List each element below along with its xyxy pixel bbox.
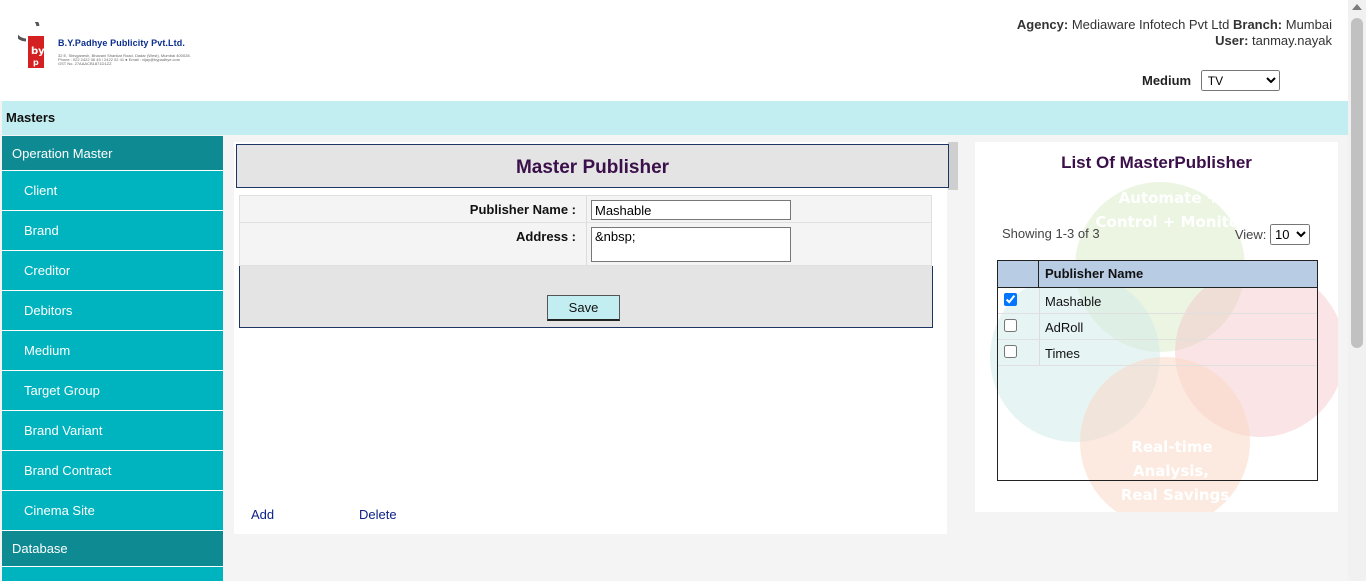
row-checkbox[interactable] bbox=[1004, 293, 1017, 306]
page-scrollbar[interactable] bbox=[1348, 0, 1366, 581]
branch-value: Mumbai bbox=[1285, 17, 1332, 32]
column-header-publisher-name[interactable]: Publisher Name bbox=[1045, 266, 1143, 281]
svg-text:p: p bbox=[33, 58, 39, 67]
medium-selector: Medium TV bbox=[1142, 70, 1280, 91]
company-name: B.Y.Padhye Publicity Pvt.Ltd. bbox=[58, 38, 185, 48]
sidebar-item-client[interactable]: Client bbox=[2, 171, 223, 211]
watermark-text-5: Real Savings bbox=[1121, 486, 1229, 504]
view-label: View: bbox=[1234, 227, 1267, 242]
row-checkbox[interactable] bbox=[1004, 345, 1017, 358]
sidebar-item-debitors[interactable]: Debitors bbox=[2, 291, 223, 331]
form-title: Master Publisher bbox=[515, 157, 670, 178]
table-row[interactable]: AdRoll bbox=[998, 314, 1317, 340]
sidebar-item-brand[interactable]: Brand bbox=[2, 211, 223, 251]
sidebar-section-operation-master[interactable]: Operation Master bbox=[2, 136, 223, 171]
sidebar-item-target-group[interactable]: Target Group bbox=[2, 371, 223, 411]
medium-label: Medium bbox=[1142, 73, 1192, 88]
address-label: Address : bbox=[516, 229, 576, 244]
view-select[interactable]: 10 bbox=[1270, 224, 1310, 245]
row-checkbox[interactable] bbox=[1004, 319, 1017, 332]
header-select-cell bbox=[998, 261, 1039, 287]
row-divider bbox=[1039, 288, 1040, 313]
agency-label: Agency: bbox=[1016, 17, 1069, 32]
scrollbar-thumb[interactable] bbox=[1351, 18, 1363, 348]
agency-value: Mediaware Infotech Pvt Ltd bbox=[1071, 17, 1230, 32]
row-divider bbox=[1039, 314, 1040, 339]
address-textarea[interactable]: &nbsp; bbox=[591, 227, 791, 262]
table-header: Publisher Name bbox=[998, 261, 1317, 288]
medium-select[interactable]: TV bbox=[1200, 70, 1280, 91]
list-title: List Of MasterPublisher bbox=[1061, 153, 1252, 172]
address-row: Address : &nbsp; bbox=[239, 222, 932, 266]
page-size-selector: View: 10 bbox=[1235, 224, 1310, 245]
master-publisher-form: Master Publisher Publisher Name : Addres… bbox=[234, 142, 949, 534]
row-divider bbox=[586, 223, 587, 265]
row-divider bbox=[1039, 340, 1040, 365]
agency-info: Agency: Mediaware Infotech Pvt Ltd Branc… bbox=[1017, 17, 1332, 32]
pagination-status: Showing 1-3 of 3 bbox=[1002, 226, 1100, 241]
publisher-table: Publisher Name Mashable AdRoll Times bbox=[997, 260, 1318, 481]
row-divider bbox=[586, 196, 587, 222]
row-publisher-name: Mashable bbox=[1045, 294, 1102, 309]
sidebar-section-database[interactable]: Database bbox=[2, 531, 223, 567]
company-gst: GST No. 27AAACB1871D1ZZ bbox=[58, 61, 112, 66]
sidebar-item-cinema-site[interactable]: Cinema Site bbox=[2, 491, 223, 531]
sidebar-item-medium[interactable]: Medium bbox=[2, 331, 223, 371]
table-row[interactable]: Mashable bbox=[998, 288, 1317, 314]
company-logo-mark: by p bbox=[18, 22, 45, 68]
form-title-box: Master Publisher bbox=[236, 144, 949, 188]
save-area: Save bbox=[239, 266, 933, 328]
publisher-name-label: Publisher Name : bbox=[469, 202, 576, 217]
publisher-list-panel: Automate + Control + Monitor Real-time A… bbox=[975, 142, 1338, 512]
row-publisher-name: AdRoll bbox=[1045, 320, 1084, 335]
user-info: User: tanmay.nayak bbox=[1215, 33, 1332, 48]
sidebar: Operation Master Client Brand Creditor D… bbox=[2, 136, 223, 581]
watermark-text-1: Automate + bbox=[1119, 189, 1220, 207]
sidebar-item-creditor[interactable]: Creditor bbox=[2, 251, 223, 291]
svg-text:by: by bbox=[31, 46, 45, 57]
table-row[interactable]: Times bbox=[998, 340, 1317, 366]
branch-label: Branch: bbox=[1233, 17, 1283, 32]
publisher-name-input[interactable] bbox=[591, 200, 791, 220]
masters-title: Masters bbox=[6, 110, 56, 125]
masters-bar: Masters bbox=[2, 101, 1348, 135]
user-value: tanmay.nayak bbox=[1252, 33, 1332, 48]
user-label: User: bbox=[1215, 33, 1249, 48]
watermark-text-2: Control + Monitor bbox=[1096, 213, 1248, 231]
publisher-name-row: Publisher Name : bbox=[239, 195, 932, 223]
sidebar-item-brand-variant[interactable]: Brand Variant bbox=[2, 411, 223, 451]
delete-link[interactable]: Delete bbox=[359, 507, 397, 522]
sidebar-next-item bbox=[2, 567, 223, 581]
sidebar-item-brand-contract[interactable]: Brand Contract bbox=[2, 451, 223, 491]
row-publisher-name: Times bbox=[1045, 346, 1080, 361]
save-button[interactable]: Save bbox=[547, 295, 620, 321]
page-header: by p B.Y.Padhye Publicity Pvt.Ltd. 32 E,… bbox=[0, 0, 1348, 101]
form-title-shadow bbox=[948, 142, 958, 190]
company-logo: by p B.Y.Padhye Publicity Pvt.Ltd. 32 E,… bbox=[18, 22, 218, 72]
scroll-up-arrow-icon[interactable] bbox=[1352, 4, 1362, 10]
add-link[interactable]: Add bbox=[251, 507, 274, 522]
